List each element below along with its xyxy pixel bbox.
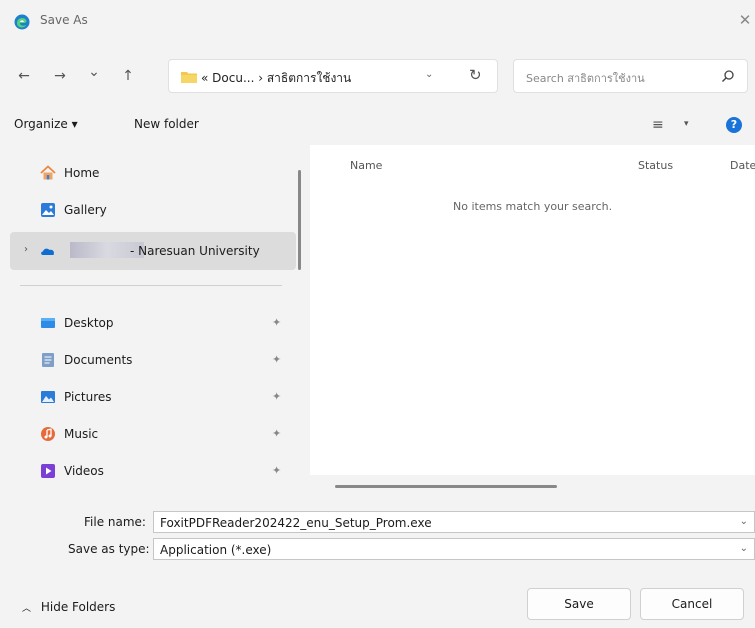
dialog-footer: ︿ Hide Folders Save Cancel xyxy=(0,570,755,628)
videos-icon xyxy=(41,464,55,478)
pin-icon[interactable]: ✦ xyxy=(272,353,281,366)
folder-icon xyxy=(181,72,197,83)
file-name-value[interactable]: FoxitPDFReader202422_enu_Setup_Prom.exe xyxy=(160,516,432,530)
sidebar-label-music: Music xyxy=(64,427,99,441)
back-arrow-icon[interactable]: ← xyxy=(14,66,34,86)
search-box[interactable]: Search สาธิตการใช้งาน xyxy=(513,59,748,93)
cancel-button[interactable]: Cancel xyxy=(640,588,744,620)
sidebar-item-videos[interactable]: Videos ✦ xyxy=(0,456,296,486)
pin-icon[interactable]: ✦ xyxy=(272,427,281,440)
recent-locations-chevron-icon[interactable]: ⌄ xyxy=(84,62,104,82)
sidebar-label-videos: Videos xyxy=(64,464,104,478)
file-name-field[interactable]: FoxitPDFReader202422_enu_Setup_Prom.exe … xyxy=(153,511,755,533)
save-type-select[interactable]: Application (*.exe) ⌄ xyxy=(153,538,755,560)
sidebar-item-pictures[interactable]: Pictures ✦ xyxy=(0,382,296,412)
empty-results-message: No items match your search. xyxy=(453,200,613,213)
column-header-status[interactable]: Status xyxy=(638,159,673,172)
save-type-value[interactable]: Application (*.exe) xyxy=(160,543,271,557)
sidebar-item-home[interactable]: Home xyxy=(0,158,296,188)
nav-scrollbar[interactable] xyxy=(298,170,301,270)
command-bar: Organize ▾ New folder ≡ ▾ ? xyxy=(0,105,755,145)
save-type-dropdown-icon[interactable]: ⌄ xyxy=(740,543,748,554)
view-dropdown-icon[interactable]: ▾ xyxy=(684,119,689,129)
music-icon xyxy=(41,427,55,441)
search-input[interactable]: Search สาธิตการใช้งาน xyxy=(526,69,645,87)
sidebar-item-onedrive[interactable]: › - Naresuan University xyxy=(10,232,296,270)
organize-button[interactable]: Organize ▾ xyxy=(14,117,78,131)
sidebar-label-desktop: Desktop xyxy=(64,316,114,330)
desktop-icon xyxy=(41,318,55,328)
forward-arrow-icon[interactable]: → xyxy=(50,66,70,86)
pictures-icon xyxy=(41,391,55,403)
new-folder-button[interactable]: New folder xyxy=(134,117,199,131)
save-as-dialog: Save As ✕ ← → ⌄ ↑ « Docu... › สาธิตการใช… xyxy=(0,0,755,628)
sidebar-label-gallery: Gallery xyxy=(64,203,107,217)
sidebar-item-documents[interactable]: Documents ✦ xyxy=(0,345,296,375)
file-name-dropdown-icon[interactable]: ⌄ xyxy=(740,516,748,527)
title-bar: Save As ✕ xyxy=(0,0,755,40)
sidebar-item-desktop[interactable]: Desktop ✦ xyxy=(0,308,296,338)
address-dropdown-icon[interactable]: ⌄ xyxy=(425,69,433,80)
address-bar[interactable]: « Docu... › สาธิตการใช้งาน ⌄ ↻ xyxy=(168,59,498,93)
save-type-label: Save as type: xyxy=(68,542,150,556)
hide-folders-label: Hide Folders xyxy=(40,600,116,614)
sidebar-label-onedrive: - Naresuan University xyxy=(130,244,260,258)
chevron-up-icon: ︿ xyxy=(22,604,32,614)
close-icon[interactable]: ✕ xyxy=(735,10,755,30)
help-icon[interactable]: ? xyxy=(726,117,742,133)
edge-icon xyxy=(14,14,30,30)
sidebar-item-music[interactable]: Music ✦ xyxy=(0,419,296,449)
gallery-icon xyxy=(41,203,55,217)
file-fields: File name: FoxitPDFReader202422_enu_Setu… xyxy=(0,497,755,570)
horizontal-scrollbar[interactable] xyxy=(335,485,557,488)
hide-folders-button[interactable]: ︿ Hide Folders xyxy=(22,600,115,614)
up-arrow-icon[interactable]: ↑ xyxy=(118,66,138,86)
refresh-icon[interactable]: ↻ xyxy=(469,66,482,84)
sidebar-label-home: Home xyxy=(64,166,100,180)
dialog-title: Save As xyxy=(40,13,88,27)
address-path[interactable]: « Docu... › สาธิตการใช้งาน xyxy=(201,69,351,88)
pin-icon[interactable]: ✦ xyxy=(272,316,281,329)
onedrive-cloud-icon xyxy=(41,248,54,255)
sidebar-label-documents: Documents xyxy=(64,353,133,367)
horizontal-scrollbar-track xyxy=(310,475,755,497)
sidebar-label-pictures: Pictures xyxy=(64,390,112,404)
documents-icon xyxy=(42,353,54,367)
file-list-pane: Name Status Date No items match your sea… xyxy=(310,145,755,497)
column-header-name[interactable]: Name xyxy=(350,159,382,172)
pin-icon[interactable]: ✦ xyxy=(272,464,281,477)
navigation-bar: ← → ⌄ ↑ « Docu... › สาธิตการใช้งาน ⌄ ↻ S… xyxy=(0,40,755,105)
view-options-icon[interactable]: ≡ xyxy=(652,117,664,133)
file-name-label: File name: xyxy=(84,515,146,529)
home-icon xyxy=(40,165,56,180)
save-button[interactable]: Save xyxy=(527,588,631,620)
search-icon[interactable] xyxy=(721,69,735,83)
expand-chevron-icon[interactable]: › xyxy=(24,244,28,255)
sidebar-divider xyxy=(20,285,282,286)
navigation-pane: Home Gallery › - Naresuan University Des… xyxy=(0,145,310,497)
column-header-date[interactable]: Date xyxy=(730,159,755,172)
pin-icon[interactable]: ✦ xyxy=(272,390,281,403)
sidebar-item-gallery[interactable]: Gallery xyxy=(0,195,296,225)
